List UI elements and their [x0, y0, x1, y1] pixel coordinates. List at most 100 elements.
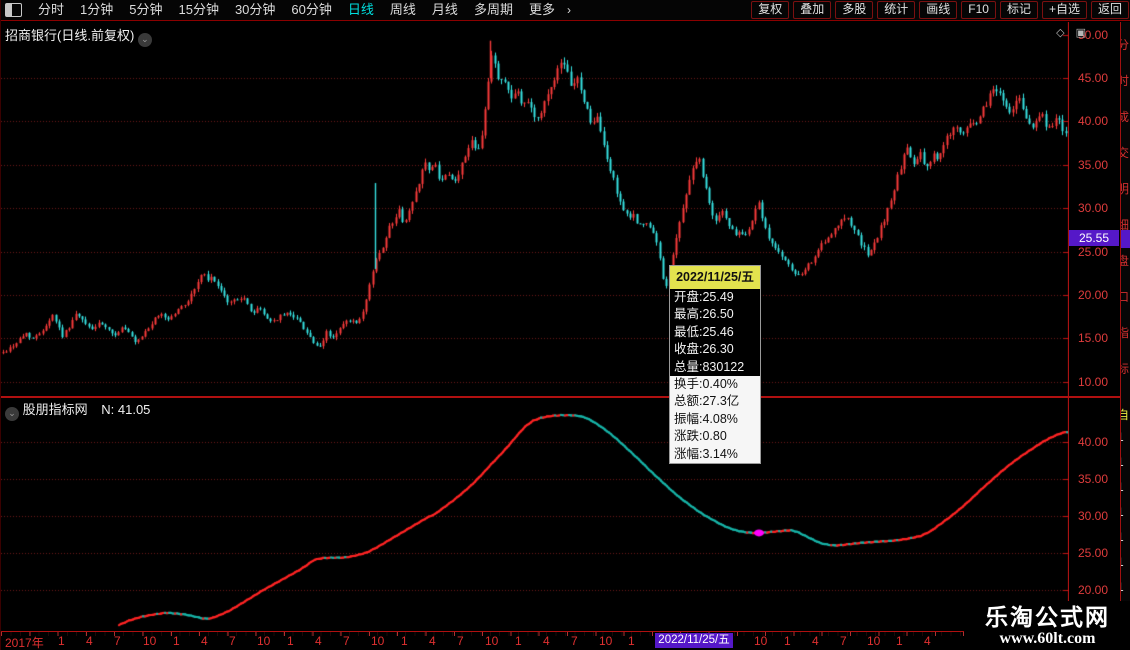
tab-60min[interactable]: 60分钟 [283, 0, 339, 20]
tooltip-high: 最高:26.50 [670, 306, 760, 323]
tab-daily[interactable]: 日线 [340, 0, 382, 20]
time-axis-label: 10 [599, 634, 612, 648]
indicator-title-row: ⌄ 股朋指标网 N: 41.05 [5, 399, 150, 421]
strip-glyph: 时 [1120, 72, 1130, 89]
tab-more[interactable]: 更多 [521, 0, 563, 20]
strip-count-glyph: 1 [1120, 430, 1130, 444]
indicator-axis-label: 30.00 [1069, 509, 1117, 523]
time-axis-label: 4 [543, 634, 550, 648]
tab-15min[interactable]: 15分钟 [170, 0, 226, 20]
strip-count-glyph: 1 [1120, 480, 1130, 494]
tab-1min[interactable]: 1分钟 [72, 0, 121, 20]
strip-glyph: 交 [1120, 144, 1130, 161]
time-axis-label: 7 [114, 634, 121, 648]
indicator-axis-label: 20.00 [1069, 583, 1117, 597]
tooltip-amount: 总额:27.3亿 [670, 393, 760, 410]
tab-multi-period[interactable]: 多周期 [466, 0, 521, 20]
tab-fenshi[interactable]: 分时 [30, 0, 72, 20]
draw-line-button[interactable]: 画线 [919, 1, 957, 19]
time-axis-label: 4 [429, 634, 436, 648]
time-axis-label: 1 [896, 634, 903, 648]
time-axis-label: 4 [315, 634, 322, 648]
panel-divider[interactable] [1, 396, 1120, 398]
indicator-value-axis: 40.00 35.00 30.00 25.00 20.00 [1069, 396, 1119, 631]
time-axis-label: 10 [371, 634, 384, 648]
time-axis-label: 1 [58, 634, 65, 648]
right-edge-panel-sliver: 分时成交明细盘口指标自11111111 [1120, 22, 1130, 650]
multi-stock-button[interactable]: 多股 [835, 1, 873, 19]
time-axis: 2022/11/25/五 2017年1471014710147101471014… [1, 631, 1120, 649]
adjust-rights-button[interactable]: 复权 [751, 1, 789, 19]
tooltip-change-pct: 涨幅:3.14% [670, 446, 760, 463]
time-axis-label: 4 [86, 634, 93, 648]
strip-count-glyph: 1 [1120, 505, 1130, 519]
main-candlestick-chart[interactable] [1, 22, 1069, 396]
time-axis-label: 10 [867, 634, 880, 648]
time-axis-ticks [1, 632, 1120, 636]
price-axis-label: 30.00 [1069, 201, 1117, 215]
tab-weekly[interactable]: 周线 [382, 0, 424, 20]
cursor-date-tag: 2022/11/25/五 [655, 633, 733, 648]
time-axis-label: 10 [257, 634, 270, 648]
cursor-price-tag: 25.55 [1069, 230, 1119, 246]
time-axis-label: 1 [401, 634, 408, 648]
time-axis-label: 4 [201, 634, 208, 648]
f10-button[interactable]: F10 [961, 1, 996, 19]
time-axis-label: 1 [784, 634, 791, 648]
page-title: 招商银行(日线.前复权) [5, 28, 134, 43]
time-axis-label: 1 [287, 634, 294, 648]
time-axis-label: 10 [143, 634, 156, 648]
tab-monthly[interactable]: 月线 [424, 0, 466, 20]
time-axis-label: 4 [812, 634, 819, 648]
overlay-button[interactable]: 叠加 [793, 1, 831, 19]
indicator-chart[interactable] [1, 398, 1069, 630]
time-axis-label: 7 [343, 634, 350, 648]
tooltip-ohlc-section: 开盘:25.49 最高:26.50 最低:25.46 收盘:26.30 总量:8… [670, 289, 760, 376]
time-axis-label: 1 [515, 634, 522, 648]
chart-corner-icons[interactable]: ◇ ▣ [1056, 26, 1090, 39]
price-axis-label: 15.00 [1069, 331, 1117, 345]
indicator-name: 股朋指标网 [23, 402, 88, 417]
chevron-down-icon[interactable]: ⌄ [5, 407, 19, 421]
indicator-axis-label: 35.00 [1069, 472, 1117, 486]
strip-glyph: 明 [1120, 180, 1130, 197]
tab-30min[interactable]: 30分钟 [227, 0, 283, 20]
strip-glyph: 分 [1120, 36, 1130, 53]
tooltip-amplitude: 振幅:4.08% [670, 411, 760, 428]
tooltip-change: 涨跌:0.80 [670, 428, 760, 445]
tooltip-close: 收盘:26.30 [670, 341, 760, 358]
tooltip-stats-section: 换手:0.40% 总额:27.3亿 振幅:4.08% 涨跌:0.80 涨幅:3.… [670, 376, 760, 463]
watermark: 乐淘公式网 www.60lt.com [964, 601, 1130, 650]
strip-count-glyph: 1 [1120, 530, 1130, 544]
tooltip-date: 2022/11/25/五 [670, 266, 760, 289]
strip-glyph: 成 [1120, 108, 1130, 125]
strip-watch-glyph: 自 [1120, 406, 1130, 423]
main-chart-title-row: 招商银行(日线.前复权) ⌄ [5, 25, 152, 47]
indicator-axis-label: 40.00 [1069, 435, 1117, 449]
strip-count-glyph: 1 [1120, 580, 1130, 594]
time-axis-label: 10 [485, 634, 498, 648]
strip-count-glyph: 1 [1120, 555, 1130, 569]
period-toolbar: 分时 1分钟 5分钟 15分钟 30分钟 60分钟 日线 周线 月线 多周期 更… [1, 0, 1130, 21]
chevron-down-icon[interactable]: ⌄ [138, 33, 152, 47]
mark-button[interactable]: 标记 [1000, 1, 1038, 19]
tab-5min[interactable]: 5分钟 [121, 0, 170, 20]
strip-glyph: 口 [1120, 288, 1130, 305]
statistics-button[interactable]: 统计 [877, 1, 915, 19]
price-axis-label: 45.00 [1069, 71, 1117, 85]
indicator-value: N: 41.05 [101, 402, 150, 417]
time-axis-label: 1 [173, 634, 180, 648]
tooltip-turnover: 换手:0.40% [670, 376, 760, 393]
price-axis-label: 20.00 [1069, 288, 1117, 302]
time-axis-label: 10 [754, 634, 767, 648]
window-layout-icon[interactable] [5, 3, 22, 17]
strip-glyph: 标 [1120, 360, 1130, 377]
watermark-url: www.60lt.com [1000, 630, 1096, 648]
chevron-right-icon: › [563, 3, 575, 17]
price-axis-label: 40.00 [1069, 114, 1117, 128]
tooltip-volume: 总量:830122 [670, 359, 760, 376]
time-axis-label: 7 [457, 634, 464, 648]
strip-count-glyph: 1 [1120, 455, 1130, 469]
indicator-axis-label: 25.00 [1069, 546, 1117, 560]
strip-glyph: 细 [1120, 216, 1130, 233]
